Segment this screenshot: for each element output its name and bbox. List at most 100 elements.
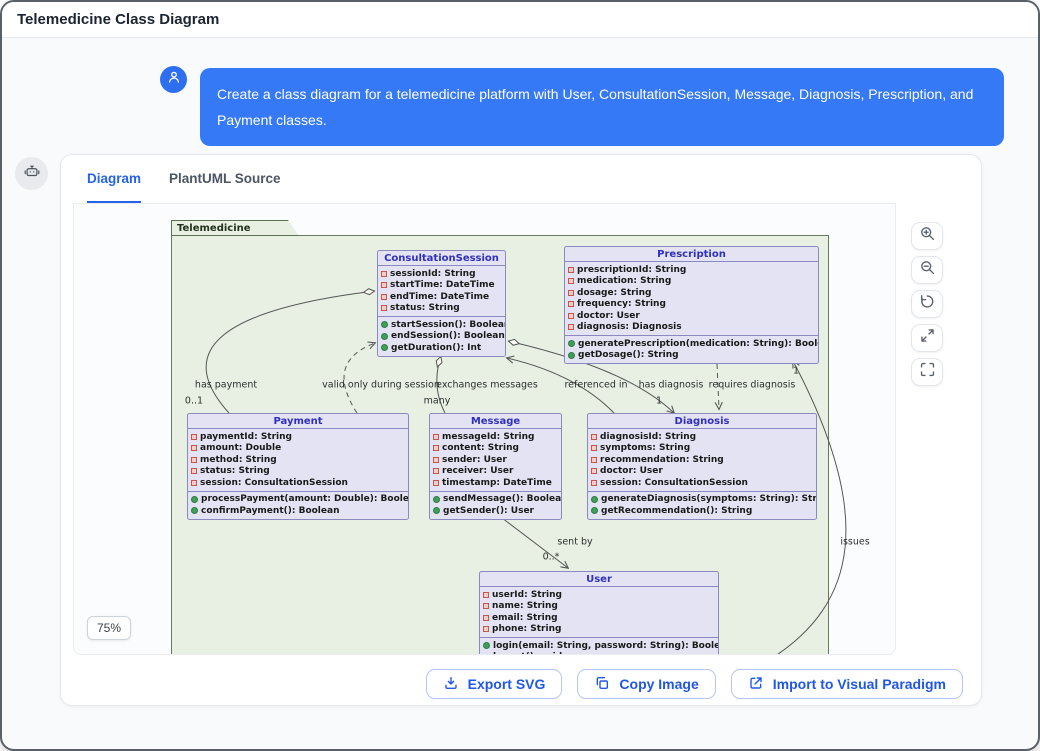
uml-method: getSender(): User bbox=[433, 505, 558, 517]
uml-method: getDosage(): String bbox=[568, 350, 815, 362]
field-icon bbox=[483, 615, 489, 621]
uml-attribute: sender: User bbox=[433, 454, 558, 466]
method-icon bbox=[568, 352, 575, 359]
uml-attribute: status: String bbox=[381, 303, 502, 315]
download-icon bbox=[443, 675, 459, 694]
expand-icon bbox=[919, 327, 936, 349]
method-icon bbox=[191, 507, 198, 514]
uml-attribute: method: String bbox=[191, 454, 405, 466]
field-icon bbox=[433, 445, 439, 451]
export-svg-button[interactable]: Export SVG bbox=[426, 669, 563, 699]
uml-class-name: ConsultationSession bbox=[378, 251, 505, 266]
window-header: Telemedicine Class Diagram bbox=[2, 2, 1038, 38]
field-icon bbox=[433, 457, 439, 463]
field-icon bbox=[568, 313, 574, 319]
uml-attribute: status: String bbox=[191, 466, 405, 478]
field-icon bbox=[433, 434, 439, 440]
uml-method: logout(): void bbox=[483, 652, 715, 656]
field-icon bbox=[433, 468, 439, 474]
method-icon bbox=[483, 642, 490, 649]
uml-attribute: messageId: String bbox=[433, 431, 558, 443]
method-icon bbox=[381, 321, 388, 328]
page-title: Telemedicine Class Diagram bbox=[2, 2, 1038, 37]
method-icon bbox=[433, 496, 440, 503]
fullscreen-icon bbox=[919, 361, 936, 383]
reset-icon bbox=[919, 293, 936, 315]
zoom-out-button[interactable] bbox=[911, 256, 943, 284]
user-icon bbox=[166, 69, 182, 90]
field-icon bbox=[568, 301, 574, 307]
field-icon bbox=[568, 324, 574, 330]
method-icon bbox=[433, 507, 440, 514]
uml-method: getRecommendation(): String bbox=[591, 505, 813, 517]
field-icon bbox=[591, 445, 597, 451]
uml-class-prescription: PrescriptionprescriptionId: Stringmedica… bbox=[564, 246, 819, 364]
field-icon bbox=[568, 267, 574, 273]
import-to-visual-paradigm-button[interactable]: Import to Visual Paradigm bbox=[731, 669, 963, 699]
diagram-viewport[interactable]: Telemedicine Platform ConsultationSessio… bbox=[73, 203, 896, 655]
uml-method: generatePrescription(medication: String)… bbox=[568, 338, 815, 350]
uml-method: sendMessage(): Boolean bbox=[433, 494, 558, 506]
uml-attribute: symptoms: String bbox=[591, 443, 813, 455]
field-icon bbox=[191, 445, 197, 451]
uml-attribute: email: String bbox=[483, 612, 715, 624]
zoom-in-button[interactable] bbox=[911, 222, 943, 250]
uml-method: processPayment(amount: Double): Boolean bbox=[191, 494, 405, 506]
uml-method: confirmPayment(): Boolean bbox=[191, 505, 405, 517]
uml-class-message: MessagemessageId: Stringcontent: Strings… bbox=[429, 413, 562, 520]
expand-button[interactable] bbox=[911, 324, 943, 352]
field-icon bbox=[191, 480, 197, 486]
method-icon bbox=[381, 344, 388, 351]
tab-plantuml-source[interactable]: PlantUML Source bbox=[169, 155, 281, 203]
uml-attribute: receiver: User bbox=[433, 466, 558, 478]
field-icon bbox=[433, 480, 439, 486]
uml-attribute: session: ConsultationSession bbox=[591, 477, 813, 489]
field-icon bbox=[591, 434, 597, 440]
uml-class-payment: PaymentpaymentId: Stringamount: Doubleme… bbox=[187, 413, 409, 520]
external-link-icon bbox=[748, 675, 764, 694]
field-icon bbox=[568, 290, 574, 296]
uml-attribute: medication: String bbox=[568, 276, 815, 288]
diagram-card: Diagram PlantUML Source Telemedicine Plat… bbox=[60, 154, 982, 706]
field-icon bbox=[483, 592, 489, 598]
app-window: Telemedicine Class Diagram Create a clas… bbox=[0, 0, 1040, 751]
uml-class-name: User bbox=[480, 572, 718, 587]
uml-method: generateDiagnosis(symptoms: String): Str… bbox=[591, 494, 813, 506]
zoom-in-icon bbox=[919, 225, 936, 247]
fullscreen-button[interactable] bbox=[911, 358, 943, 386]
user-avatar bbox=[160, 66, 187, 93]
robot-icon bbox=[23, 162, 41, 185]
method-icon bbox=[381, 333, 388, 340]
uml-attribute: doctor: User bbox=[568, 310, 815, 322]
field-icon bbox=[483, 603, 489, 609]
uml-attribute: sessionId: String bbox=[381, 268, 502, 280]
uml-class-name: Prescription bbox=[565, 247, 818, 262]
uml-attribute: startTime: DateTime bbox=[381, 280, 502, 292]
field-icon bbox=[483, 626, 489, 632]
tab-diagram[interactable]: Diagram bbox=[87, 155, 141, 203]
uml-attribute: userId: String bbox=[483, 589, 715, 601]
tab-bar: Diagram PlantUML Source bbox=[87, 155, 281, 203]
zoom-level-badge: 75% bbox=[87, 616, 131, 640]
method-icon bbox=[591, 496, 598, 503]
field-icon bbox=[191, 468, 197, 474]
uml-attribute: timestamp: DateTime bbox=[433, 477, 558, 489]
uml-attribute: name: String bbox=[483, 601, 715, 613]
field-icon bbox=[191, 434, 197, 440]
uml-class-name: Payment bbox=[188, 414, 408, 429]
field-icon bbox=[591, 457, 597, 463]
uml-attribute: dosage: String bbox=[568, 287, 815, 299]
uml-method: getDuration(): Int bbox=[381, 342, 502, 354]
method-icon bbox=[568, 340, 575, 347]
uml-method: startSession(): Boolean bbox=[381, 319, 502, 331]
uml-attribute: doctor: User bbox=[591, 466, 813, 478]
uml-attribute: endTime: DateTime bbox=[381, 291, 502, 303]
reset-view-button[interactable] bbox=[911, 290, 943, 318]
uml-class-consultationsession: ConsultationSessionsessionId: Stringstar… bbox=[377, 250, 506, 357]
copy-image-button[interactable]: Copy Image bbox=[577, 669, 715, 699]
field-icon bbox=[591, 468, 597, 474]
field-icon bbox=[381, 271, 387, 277]
assistant-avatar bbox=[15, 157, 48, 190]
uml-class-diagnosis: DiagnosisdiagnosisId: Stringsymptoms: St… bbox=[587, 413, 817, 520]
method-icon bbox=[191, 496, 198, 503]
